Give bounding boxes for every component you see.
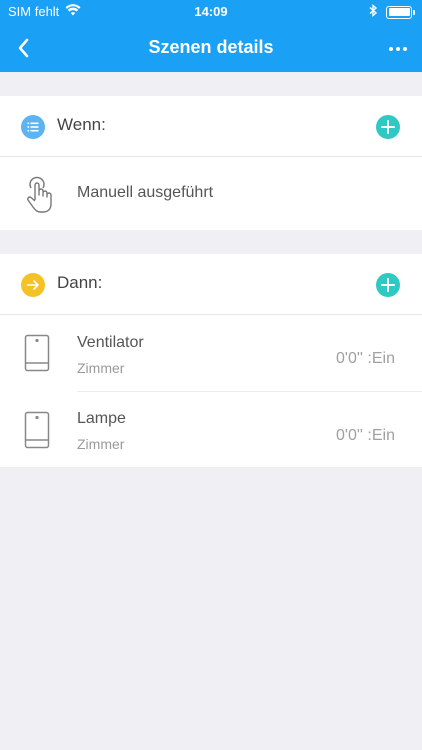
bluetooth-icon xyxy=(369,4,378,20)
more-options-button[interactable] xyxy=(382,32,414,64)
then-header: Dann: xyxy=(0,254,422,315)
device-icon xyxy=(24,411,50,449)
action-row[interactable]: Ventilator Zimmer 0'0'' :Ein xyxy=(0,315,422,391)
action-room: Zimmer xyxy=(77,436,125,452)
add-action-button[interactable] xyxy=(376,273,400,297)
status-time: 14:09 xyxy=(194,4,228,19)
then-title: Dann: xyxy=(57,273,103,292)
tap-hand-icon xyxy=(27,176,52,213)
nav-bar: Szenen details xyxy=(0,24,422,72)
arrow-right-icon xyxy=(21,273,45,297)
more-dots-icon xyxy=(389,47,407,51)
add-condition-button[interactable] xyxy=(376,115,400,139)
if-title: Wenn: xyxy=(57,115,106,134)
if-card: Wenn: Manuell ausgeführt xyxy=(0,96,422,230)
action-name: Ventilator xyxy=(77,334,144,351)
app-header: SIM fehlt 14:09 Szenen details xyxy=(0,0,422,72)
device-icon xyxy=(24,334,50,372)
page-title: Szenen details xyxy=(148,37,274,57)
action-room: Zimmer xyxy=(77,360,125,376)
battery-icon xyxy=(386,5,415,19)
condition-row[interactable]: Manuell ausgeführt xyxy=(0,157,422,230)
status-bar: SIM fehlt 14:09 xyxy=(0,0,422,24)
then-card: Dann: Ventilator Zimmer 0'0'' :Ein Lampe… xyxy=(0,254,422,467)
action-row[interactable]: Lampe Zimmer 0'0'' :Ein xyxy=(0,392,422,467)
condition-label: Manuell ausgeführt xyxy=(77,184,214,201)
list-icon xyxy=(21,115,45,139)
status-right xyxy=(369,4,415,20)
action-value: 0'0'' :Ein xyxy=(336,427,395,444)
if-header: Wenn: xyxy=(0,96,422,157)
action-value: 0'0'' :Ein xyxy=(336,350,395,367)
action-name: Lampe xyxy=(77,410,126,427)
